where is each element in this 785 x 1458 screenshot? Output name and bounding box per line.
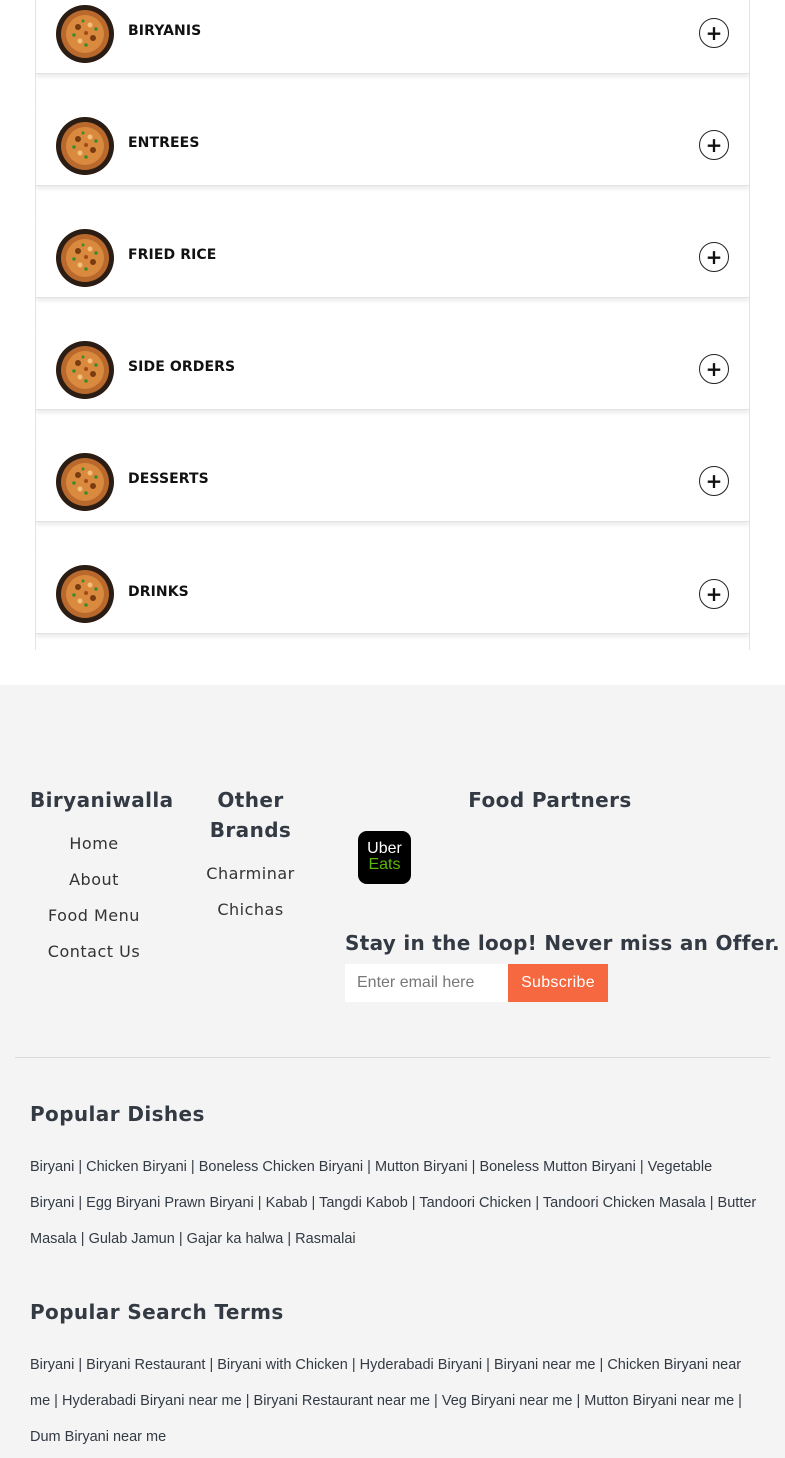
footer-link-home[interactable]: Home: [30, 834, 158, 853]
uber-eats-logo-text-eats: Eats: [368, 856, 401, 873]
popular-dishes-text: Biryani | Chicken Biryani | Boneless Chi…: [30, 1159, 757, 1247]
food-partners-title: Food Partners: [468, 788, 632, 812]
category-label: DESSERTS: [128, 471, 209, 487]
other-brands-title-line2: Brands: [209, 818, 292, 842]
expand-plus-icon[interactable]: +: [699, 18, 729, 48]
newsletter-title: Stay in the loop! Never miss an Offer.: [345, 931, 780, 955]
footer-link-about[interactable]: About: [30, 870, 158, 889]
expand-plus-icon[interactable]: +: [699, 466, 729, 496]
category-label: BIRYANIS: [128, 23, 202, 39]
site-footer: Biryaniwalla Home About Food Menu Contac…: [0, 685, 785, 1458]
expand-plus-icon[interactable]: +: [699, 579, 729, 609]
category-label: SIDE ORDERS: [128, 359, 236, 375]
category-side-orders[interactable]: SIDE ORDERS +: [36, 336, 749, 410]
footer-link-chichas[interactable]: Chichas: [190, 900, 311, 919]
footer-link-food-menu[interactable]: Food Menu: [30, 906, 158, 925]
biryani-dish-thumbnail: [56, 5, 114, 63]
biryani-dish-thumbnail: [56, 453, 114, 511]
menu-category-list: BIRYANIS + ENTREES + FRIED RICE + SIDE O…: [35, 0, 750, 650]
uber-eats-logo[interactable]: Uber Eats: [358, 831, 411, 884]
category-desserts[interactable]: DESSERTS +: [36, 448, 749, 522]
category-fried-rice[interactable]: FRIED RICE +: [36, 224, 749, 298]
email-input[interactable]: [345, 964, 508, 1002]
biryani-dish-thumbnail: [56, 565, 114, 623]
category-drinks[interactable]: DRINKS +: [36, 560, 749, 634]
expand-plus-icon[interactable]: +: [699, 130, 729, 160]
footer-link-contact-us[interactable]: Contact Us: [30, 942, 158, 961]
footer-divider: [15, 1057, 770, 1058]
category-label: DRINKS: [128, 584, 189, 600]
biryani-dish-thumbnail: [56, 117, 114, 175]
category-biryanis[interactable]: BIRYANIS +: [36, 0, 749, 74]
uber-eats-logo-text-uber: Uber: [367, 840, 402, 857]
expand-plus-icon[interactable]: +: [699, 354, 729, 384]
category-entrees[interactable]: ENTREES +: [36, 112, 749, 186]
brand-title: Biryaniwalla: [30, 788, 174, 812]
category-label: ENTREES: [128, 135, 200, 151]
popular-search-title: Popular Search Terms: [30, 1300, 284, 1324]
popular-search-text: Biryani | Biryani Restaurant | Biryani w…: [30, 1357, 742, 1445]
expand-plus-icon[interactable]: +: [699, 242, 729, 272]
biryani-dish-thumbnail: [56, 341, 114, 399]
other-brands-title-line1: Other: [217, 788, 284, 812]
biryani-dish-thumbnail: [56, 229, 114, 287]
subscribe-button[interactable]: Subscribe: [508, 964, 608, 1002]
category-label: FRIED RICE: [128, 247, 217, 263]
footer-link-charminar[interactable]: Charminar: [190, 864, 311, 883]
popular-dishes-title: Popular Dishes: [30, 1102, 205, 1126]
